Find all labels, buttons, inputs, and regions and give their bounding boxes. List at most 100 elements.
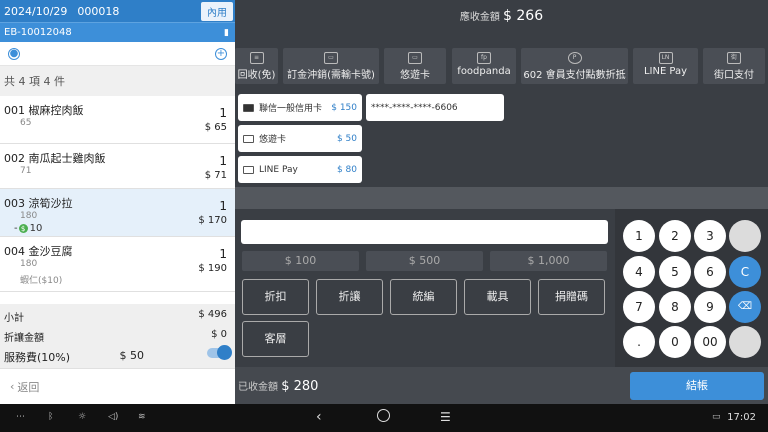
key-5[interactable]: 5 (659, 256, 691, 288)
method-label: 訂金沖銷(需輸卡號) (287, 70, 375, 81)
amount-due: 應收金額 $ 266 (235, 8, 768, 24)
quick-amount-1000[interactable]: $ 1,000 (490, 251, 607, 271)
back-button[interactable]: ‹ 返回 (0, 368, 235, 404)
key-dot[interactable]: . (623, 326, 655, 358)
payment-amount: $ 80 (336, 164, 357, 175)
method-label: 回收(免) (237, 70, 276, 81)
item-name: 004 金沙豆腐 (4, 245, 73, 258)
item-qty: 1 (219, 199, 227, 213)
service-toggle[interactable] (207, 345, 232, 360)
list-item[interactable]: 003 涼筍沙拉 180 - $10 1 $ 170 (0, 189, 235, 237)
bluetooth-icon[interactable]: ᛒ (48, 412, 53, 422)
clear-key[interactable]: C (729, 256, 761, 288)
pin-icon[interactable]: ▮ (224, 28, 229, 38)
order-panel: 2024/10/29 000018 內用 EB-10012048 ▮ ● + 共… (0, 0, 235, 404)
allowance-button[interactable]: 折讓 (316, 279, 383, 315)
method-label: foodpanda (457, 66, 511, 77)
quick-amount-100[interactable]: $ 100 (242, 251, 359, 271)
paid-summary: 已收金額 $ 280 (238, 378, 318, 394)
tax-id-button[interactable]: 統編 (390, 279, 457, 315)
key-blank[interactable] (729, 220, 761, 252)
backspace-key[interactable]: ⌫ (729, 291, 761, 323)
key-1[interactable]: 1 (623, 220, 655, 252)
method-foodpanda[interactable]: fp foodpanda (452, 48, 516, 84)
payment-entry[interactable]: LINE Pay $ 80 (238, 156, 362, 183)
order-number: 000018 (77, 4, 120, 18)
home-nav-icon[interactable] (377, 409, 390, 422)
card-number-field[interactable]: ****-****-****-6606 (366, 94, 504, 121)
key-4[interactable]: 4 (623, 256, 655, 288)
keyboard-icon[interactable]: ▭ (712, 412, 721, 422)
amount-input[interactable] (241, 220, 608, 244)
payment-amount: $ 150 (331, 102, 357, 113)
item-name: 002 南瓜起士雞肉飯 (4, 152, 106, 165)
receipt-icon: ≡ (249, 52, 264, 64)
wifi-icon[interactable]: ≋ (138, 412, 146, 422)
input-area: $ 100 $ 500 $ 1,000 折扣 折讓 統編 載具 捐贈碼 客層 1… (235, 209, 768, 367)
donation-code-button[interactable]: 捐贈碼 (538, 279, 605, 315)
order-header: 2024/10/29 000018 內用 (0, 0, 235, 22)
back-nav-icon[interactable]: ‹ (316, 409, 322, 425)
customer-type-button[interactable]: 客層 (242, 321, 309, 357)
customer-row: ● + (0, 42, 235, 66)
item-subtotal: $ 170 (198, 215, 227, 226)
method-deposit[interactable]: ▭ 訂金沖銷(需輸卡號) (283, 48, 379, 84)
subtotal-value: $ 496 (198, 309, 227, 320)
checkout-button[interactable]: 結帳 (630, 372, 764, 400)
key-6[interactable]: 6 (694, 256, 726, 288)
key-0[interactable]: 0 (659, 326, 691, 358)
dine-type-button[interactable]: 內用 (201, 1, 233, 21)
method-recycle[interactable]: ≡ 回收(免) (235, 48, 278, 84)
item-name: 003 涼筍沙拉 (4, 197, 73, 210)
service-value: $ 50 (119, 349, 145, 362)
key-8[interactable]: 8 (659, 291, 691, 323)
key-blank[interactable] (729, 326, 761, 358)
backspace-icon: ⌫ (737, 301, 753, 312)
list-item[interactable]: 002 南瓜起士雞肉飯 71 1 $ 71 (0, 144, 235, 189)
payment-entry[interactable]: 聯信一般信用卡 $ 150 (238, 94, 362, 121)
method-label: 悠遊卡 (400, 70, 430, 81)
key-2[interactable]: 2 (659, 220, 691, 252)
method-label: 602 會員支付點數折抵 (523, 70, 626, 81)
method-points[interactable]: P 602 會員支付點數折抵 (521, 48, 628, 84)
key-00[interactable]: 00 (694, 326, 726, 358)
brightness-icon[interactable]: ☼ (78, 412, 86, 422)
list-item[interactable]: 004 金沙豆腐 180 蝦仁($10) 1 $ 190 (0, 237, 235, 292)
method-easycard[interactable]: ▭ 悠遊卡 (384, 48, 446, 84)
order-id: EB-10012048 (4, 27, 72, 38)
item-price: 180 (20, 259, 38, 269)
item-subtotal: $ 190 (198, 263, 227, 274)
item-subtotal: $ 65 (204, 122, 227, 133)
method-linepay[interactable]: LN LINE Pay (633, 48, 698, 84)
item-price: 71 (20, 166, 32, 176)
paid-label: 已收金額 (238, 382, 278, 393)
quick-amount-500[interactable]: $ 500 (366, 251, 483, 271)
key-3[interactable]: 3 (694, 220, 726, 252)
toggle-knob (217, 345, 232, 360)
key-9[interactable]: 9 (694, 291, 726, 323)
system-nav-bar: ⋯ ᛒ ☼ ◁) ≋ ‹ ☰ ▭ 17:02 (0, 404, 768, 432)
add-icon[interactable]: + (215, 47, 227, 60)
clock: 17:02 (727, 412, 756, 423)
order-id-bar: EB-10012048 ▮ (0, 22, 235, 42)
discount-button[interactable]: 折扣 (242, 279, 309, 315)
item-extra: 蝦仁($10) (20, 276, 63, 286)
card-icon: ▭ (408, 52, 422, 64)
item-qty: 1 (219, 106, 227, 120)
more-icon[interactable]: ⋯ (16, 412, 25, 422)
member-icon[interactable]: ● (8, 47, 20, 60)
subtotal-label: 小計 (4, 313, 24, 324)
card-icon: ▭ (324, 52, 338, 64)
item-subtotal: $ 71 (204, 170, 227, 181)
service-label: 服務費(10%) (4, 351, 71, 364)
payment-entry[interactable]: 悠遊卡 $ 50 (238, 125, 362, 152)
list-item[interactable]: 001 椒麻控肉飯 65 1 $ 65 (0, 96, 235, 144)
carrier-button[interactable]: 載具 (464, 279, 531, 315)
recent-apps-icon[interactable]: ☰ (440, 410, 451, 424)
points-icon: P (567, 52, 582, 64)
volume-icon[interactable]: ◁) (108, 412, 118, 422)
payment-label: LINE Pay (259, 164, 298, 175)
method-jkopay[interactable]: 街街口支付 (703, 48, 765, 84)
key-7[interactable]: 7 (623, 291, 655, 323)
paid-bar: 已收金額 $ 280 結帳 (235, 367, 768, 404)
